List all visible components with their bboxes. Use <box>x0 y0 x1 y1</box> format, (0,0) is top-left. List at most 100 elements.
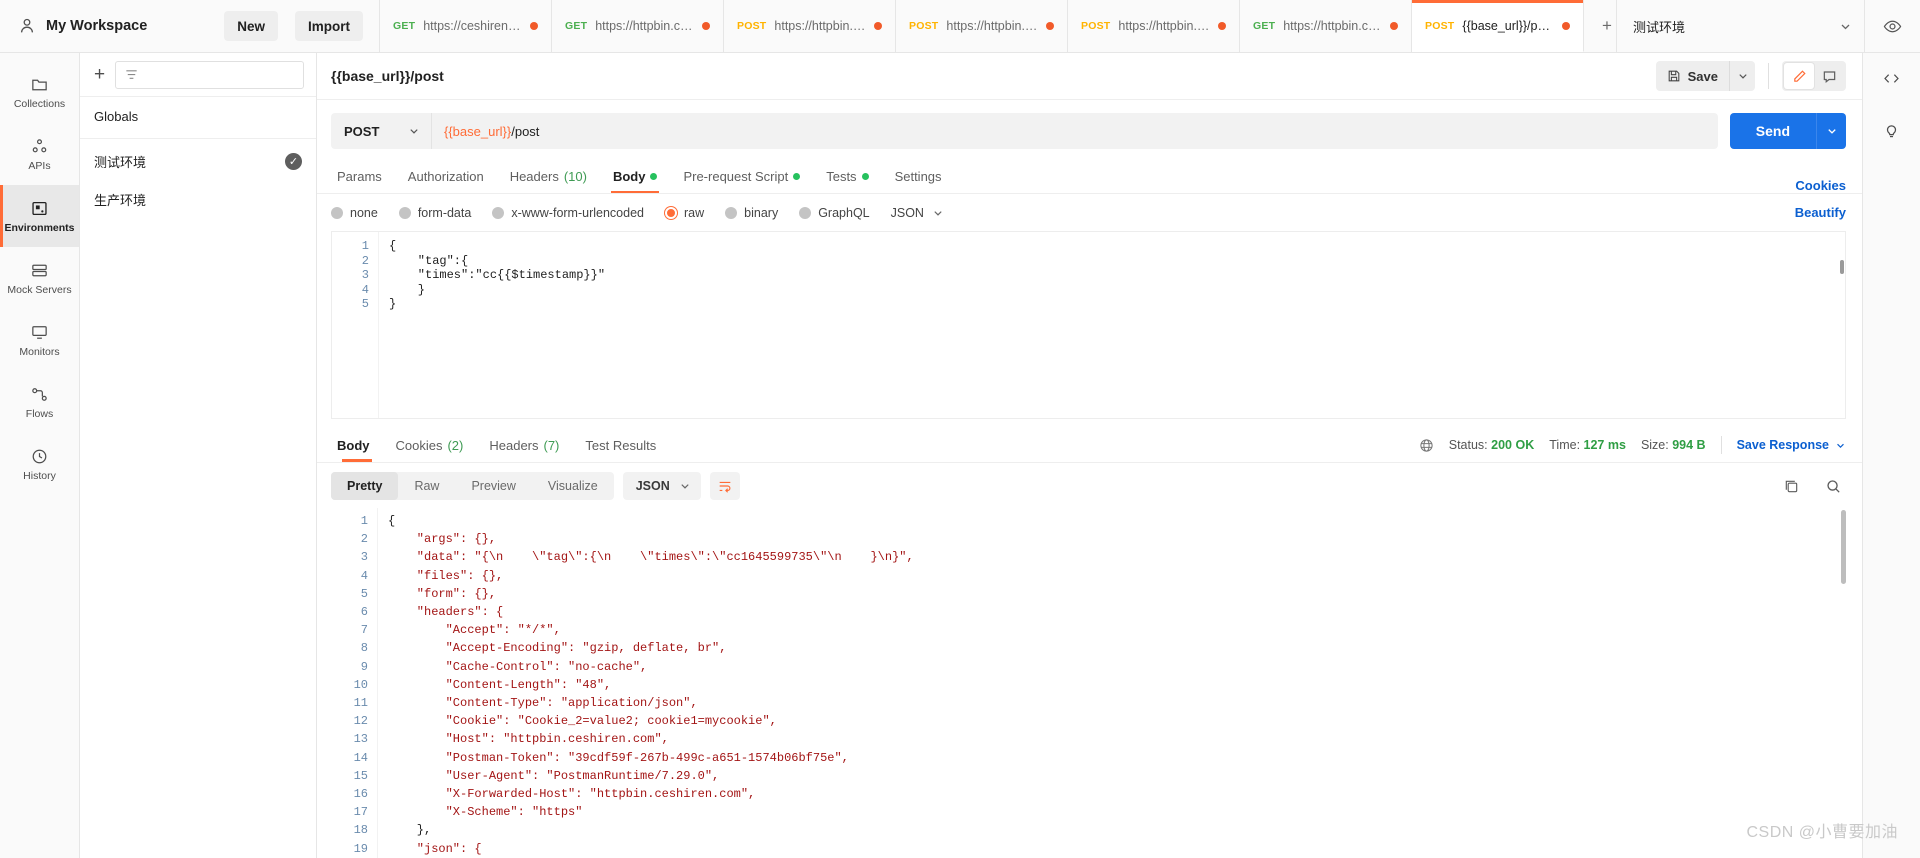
editor-scrollbar[interactable] <box>1840 260 1844 274</box>
view-mode-preview[interactable]: Preview <box>455 472 531 500</box>
editor-code[interactable]: { "tag":{ "times":"cc{{$timestamp}}" }} <box>378 232 1845 418</box>
code-snippet-icon[interactable] <box>1879 65 1905 91</box>
request-tab[interactable]: POST https://httpbin.c... <box>1068 0 1240 52</box>
tab-count: (2) <box>447 437 464 453</box>
filter-input[interactable] <box>115 60 304 89</box>
rail-label: Monitors <box>19 345 60 358</box>
collections-icon <box>30 75 49 94</box>
sidebar-item-mock-servers[interactable]: Mock Servers <box>0 247 79 309</box>
tab-response-headers[interactable]: Headers (7) <box>476 429 572 462</box>
divider <box>1768 63 1769 89</box>
environment-list-item[interactable]: 生产环境 <box>80 180 316 218</box>
request-tab[interactable]: GET https://httpbin.ce... <box>552 0 724 52</box>
body-type-graphql[interactable]: GraphQL <box>799 206 870 220</box>
view-mode-visualize[interactable]: Visualize <box>532 472 614 500</box>
request-tab-active[interactable]: POST {{base_url}}/post <box>1412 0 1584 52</box>
save-group: Save <box>1655 61 1755 91</box>
tab-params[interactable]: Params <box>331 160 395 193</box>
body-type-label: form-data <box>417 205 472 220</box>
radio-icon <box>799 206 812 219</box>
tab-response-cookies[interactable]: Cookies (2) <box>383 429 477 462</box>
raw-format-value: JSON <box>890 205 924 220</box>
response-body-viewer[interactable]: 1234567891011121314151617181920 { "args"… <box>331 508 1846 858</box>
tab-method: POST <box>1081 20 1111 32</box>
size-text: Size: 994 B <box>1640 438 1706 452</box>
tab-name: https://httpbin.c... <box>1118 19 1210 33</box>
beautify-link[interactable]: Beautify <box>1795 205 1846 220</box>
sidebar-item-monitors[interactable]: Monitors <box>0 309 79 371</box>
tab-label: Tests <box>826 169 857 184</box>
tab-tests[interactable]: Tests <box>813 160 881 193</box>
request-body-editor[interactable]: 12345 { "tag":{ "times":"cc{{$timestamp}… <box>331 231 1846 419</box>
view-mode-pretty[interactable]: Pretty <box>331 472 399 500</box>
view-mode-raw[interactable]: Raw <box>398 472 455 500</box>
environment-list-item[interactable]: 测试环境 ✓ <box>80 142 316 180</box>
unsaved-dot-icon <box>1390 22 1398 30</box>
wrap-lines-button[interactable] <box>709 472 740 500</box>
http-method-select[interactable]: POST <box>331 113 431 149</box>
sidebar-item-environments[interactable]: Environments <box>0 185 79 247</box>
environment-quick-look[interactable] <box>1864 0 1920 52</box>
tab-method: POST <box>909 20 939 32</box>
tab-pre-request-script[interactable]: Pre-request Script <box>670 160 813 193</box>
response-scrollbar[interactable] <box>1841 510 1846 584</box>
add-environment-button[interactable]: + <box>94 65 105 84</box>
body-type-label: binary <box>744 205 779 220</box>
comment-button[interactable] <box>1814 63 1844 89</box>
sidebar-item-history[interactable]: History <box>0 433 79 495</box>
chevron-down-icon <box>1839 20 1852 33</box>
save-icon <box>1667 69 1681 83</box>
cookies-link[interactable]: Cookies <box>1795 178 1846 193</box>
copy-icon[interactable] <box>1778 473 1804 499</box>
new-tab-button[interactable]: + <box>1594 13 1616 39</box>
environment-selector[interactable]: 测试环境 <box>1616 0 1864 52</box>
edit-pencil-button[interactable] <box>1784 63 1814 89</box>
response-code[interactable]: { "args": {}, "data": "{\n \"tag\":{\n \… <box>377 508 1846 858</box>
tab-response-body[interactable]: Body <box>331 429 383 462</box>
tab-method: GET <box>393 20 416 32</box>
radio-icon <box>725 206 738 219</box>
save-button[interactable]: Save <box>1655 61 1729 91</box>
send-options-button[interactable] <box>1816 113 1846 149</box>
request-tab[interactable]: POST https://httpbin.c... <box>724 0 896 52</box>
tab-settings[interactable]: Settings <box>882 160 955 193</box>
wrap-lines-icon <box>717 478 733 494</box>
tab-headers[interactable]: Headers (10) <box>497 160 600 193</box>
tab-method: POST <box>737 20 767 32</box>
import-button[interactable]: Import <box>295 11 363 41</box>
monitors-icon <box>30 323 49 342</box>
request-tab[interactable]: GET https://httpbin.ce... <box>1240 0 1412 52</box>
sidebar-item-globals[interactable]: Globals <box>80 97 316 135</box>
tab-test-results[interactable]: Test Results <box>572 429 669 462</box>
body-type-raw[interactable]: raw <box>665 206 704 220</box>
flows-icon <box>30 385 49 404</box>
request-tab[interactable]: GET https://ceshiren.c... <box>380 0 552 52</box>
body-type-none[interactable]: none <box>331 206 378 220</box>
save-response-button[interactable]: Save Response <box>1737 438 1846 452</box>
sidebar-item-apis[interactable]: APIs <box>0 123 79 185</box>
send-button[interactable]: Send <box>1729 113 1816 149</box>
body-type-urlencoded[interactable]: x-www-form-urlencoded <box>492 206 644 220</box>
body-type-form-data[interactable]: form-data <box>398 205 472 220</box>
url-input[interactable]: {{base_url}}/post <box>431 113 1718 149</box>
tab-method: POST <box>1425 19 1455 32</box>
body-type-binary[interactable]: binary <box>725 206 778 220</box>
sidebar-item-collections[interactable]: Collections <box>0 61 79 123</box>
unsaved-dot-icon <box>1046 22 1054 30</box>
page-title: {{base_url}}/post <box>331 68 444 84</box>
tab-authorization[interactable]: Authorization <box>395 160 497 193</box>
response-format-select[interactable]: JSON <box>622 472 701 500</box>
raw-format-select[interactable]: JSON <box>891 206 944 220</box>
search-icon[interactable] <box>1820 473 1846 499</box>
globe-icon <box>1419 438 1434 453</box>
tab-actions: + <box>1584 0 1616 52</box>
request-tab[interactable]: POST https://httpbin.c... <box>896 0 1068 52</box>
eye-icon <box>1883 17 1902 36</box>
lightbulb-icon[interactable] <box>1879 117 1905 143</box>
new-button[interactable]: New <box>224 11 278 41</box>
sidebar-item-flows[interactable]: Flows <box>0 371 79 433</box>
radio-icon <box>331 206 343 219</box>
save-options-button[interactable] <box>1729 61 1755 91</box>
tab-name: https://httpbin.ce... <box>595 19 694 33</box>
tab-body[interactable]: Body <box>600 160 671 193</box>
